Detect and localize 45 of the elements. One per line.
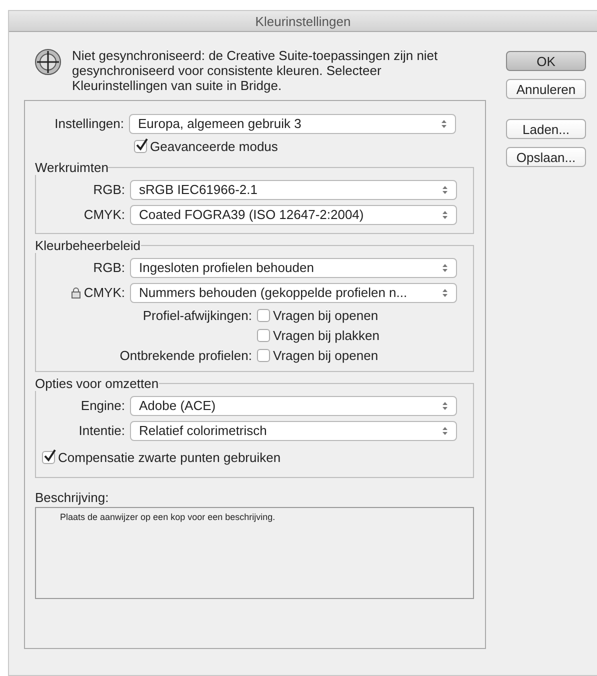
- checkbox-label: Compensatie zwarte punten gebruiken: [58, 450, 281, 464]
- checkbox-label: Vragen bij openen: [273, 308, 378, 322]
- group-title: Kleurbeheerbeleid: [35, 238, 141, 253]
- stepper-icon: [441, 118, 447, 128]
- checkbox[interactable]: [257, 328, 270, 342]
- dropdown[interactable]: Coated FOGRA39 (ISO 12647-2:2004): [130, 204, 457, 224]
- dropdown[interactable]: Relatief colorimetrisch: [130, 420, 457, 440]
- checkbox[interactable]: [134, 140, 147, 152]
- field-label: Profiel-afwijkingen:: [142, 308, 252, 322]
- dropdown[interactable]: Adobe (ACE): [130, 396, 457, 416]
- dialog-button[interactable]: OK: [506, 51, 586, 71]
- dropdown[interactable]: Nummers behouden (gekoppelde profielen n...: [130, 282, 457, 302]
- checkbox[interactable]: [257, 348, 270, 362]
- stepper-icon: [442, 262, 448, 272]
- stepper-icon: [442, 426, 448, 436]
- stepper-icon: [442, 210, 448, 220]
- field-label: Instellingen:: [54, 116, 124, 131]
- field-label: Engine:: [80, 398, 125, 413]
- dropdown[interactable]: Europa, algemeen gebruik 3: [129, 114, 456, 134]
- field-label: CMYK:: [84, 285, 125, 300]
- group-title: Opties voor omzetten: [35, 376, 159, 391]
- checkbox[interactable]: [257, 308, 270, 322]
- field-label: Intentie:: [78, 423, 125, 438]
- sync-warning: Niet gesynchroniseerd: de Creative Suite-toepassingen zijn niet gesynchroniseerd voor consistente kleuren. Selecteer Kleurinstellingen van suite in Bridge.: [72, 48, 439, 93]
- checkbox[interactable]: [42, 450, 55, 464]
- dialog-button[interactable]: Annuleren: [506, 79, 586, 99]
- field-label: RGB:: [93, 182, 125, 197]
- group-title: Werkruimten: [35, 160, 108, 175]
- dropdown[interactable]: Ingesloten profielen behouden: [130, 258, 457, 278]
- checkbox-label: Geavanceerde modus: [150, 138, 278, 154]
- field-label: RGB:: [93, 260, 125, 275]
- field-label: CMYK:: [84, 207, 125, 222]
- crosshair-icon: [34, 48, 62, 76]
- stepper-icon: [442, 184, 448, 194]
- description-box: Plaats de aanwijzer op een kop voor een beschrijving.: [35, 507, 474, 599]
- field-label: Ontbrekende profielen:: [120, 348, 252, 362]
- checkbox-label: Vragen bij plakken: [273, 328, 380, 342]
- dialog-button[interactable]: Laden...: [506, 119, 586, 139]
- dialog-button[interactable]: Opslaan...: [506, 147, 586, 167]
- dropdown[interactable]: sRGB IEC61966-2.1: [130, 180, 457, 200]
- description-label: Beschrijving:: [35, 490, 110, 505]
- checkbox-label: Vragen bij openen: [273, 348, 378, 362]
- window-title: Kleurinstellingen: [255, 14, 351, 28]
- stepper-icon: [442, 400, 448, 410]
- stepper-icon: [442, 288, 448, 298]
